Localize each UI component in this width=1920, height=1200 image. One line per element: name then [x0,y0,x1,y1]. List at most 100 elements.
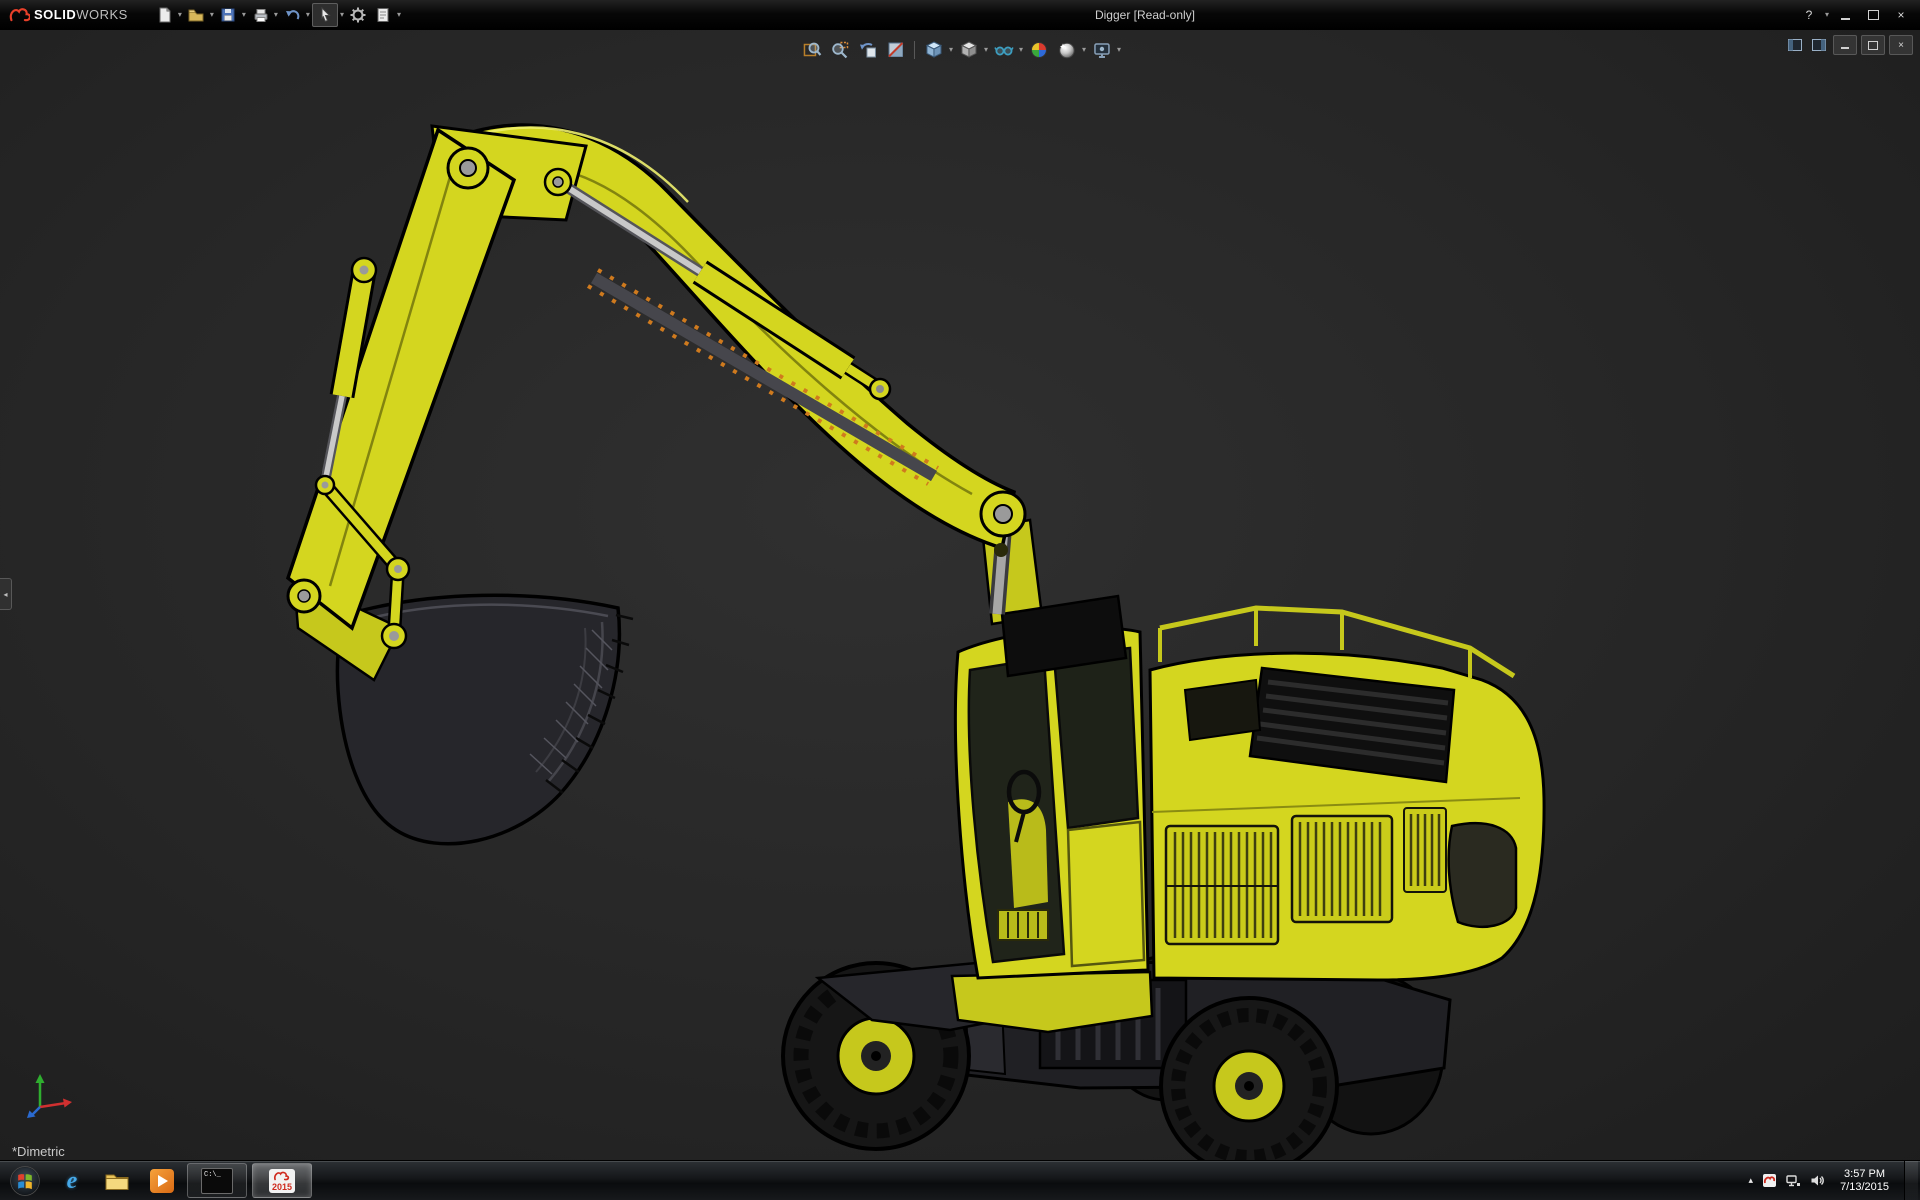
select-button[interactable] [311,3,338,27]
hide-show-glasses-icon [993,46,1014,55]
document-properties-icon [377,8,389,22]
maximize-button[interactable] [1860,5,1886,25]
previous-view-icon [859,42,876,57]
new-dropdown-caret[interactable]: ▾ [178,11,182,19]
tray-app-icon [1763,1174,1777,1187]
taskbar: e C:\_ 2015 ▴ 3:57 PM 7/13/2015 [0,1160,1920,1200]
display-style-cube-icon [960,40,977,58]
close-button[interactable]: × [1888,5,1914,25]
view-settings-caret[interactable]: ▾ [1117,45,1121,54]
view-orientation-label: *Dimetric [12,1144,65,1159]
main-toolbar: ▾ ▾ ▾ ▾ ▾ ▾ ▾ [152,3,402,27]
view-orientation-caret[interactable]: ▾ [949,45,953,54]
graphics-viewport[interactable]: ▾ ▾ ▾ ▾ ▾ × ◂ *Dimetric [0,30,1920,1161]
select-dropdown-caret[interactable]: ▾ [340,11,344,19]
heads-up-view-toolbar: ▾ ▾ ▾ ▾ ▾ [790,35,1130,64]
excavator [285,123,1546,1161]
toolbar-dropdown-caret[interactable]: ▾ [397,11,401,19]
view-orientation-button[interactable] [920,37,947,62]
undo-button[interactable] [280,4,304,26]
featuremanager-pane-toggle[interactable] [1785,36,1805,54]
system-tray: ▴ 3:57 PM 7/13/2015 [1749,1161,1920,1200]
help-dropdown-caret[interactable]: ▾ [1825,11,1829,19]
document-minimize-icon [1841,47,1849,49]
taskbar-media-player[interactable] [142,1164,182,1197]
options-button[interactable] [346,4,370,26]
open-dropdown-caret[interactable]: ▾ [210,11,214,19]
previous-view-button[interactable] [854,37,881,62]
select-cursor-icon [321,6,331,23]
stick [285,127,517,631]
options-gear-icon [350,7,366,23]
section-view-icon [887,41,903,57]
print-button[interactable] [248,4,272,26]
print-dropdown-caret[interactable]: ▾ [274,11,278,19]
boom-assembly [285,123,1027,650]
save-icon [221,8,235,22]
minimize-button[interactable] [1832,5,1858,25]
zoom-to-area-button[interactable] [826,37,853,62]
taskbar-command-prompt[interactable]: C:\_ [187,1163,247,1198]
clock-date: 7/13/2015 [1840,1180,1889,1193]
document-restore-icon [1868,40,1878,50]
section-view-button[interactable] [882,37,909,62]
taskbar-clock[interactable]: 3:57 PM 7/13/2015 [1834,1168,1895,1194]
folder-icon [105,1174,129,1190]
document-restore-button[interactable] [1861,35,1885,55]
show-hidden-icons-button[interactable]: ▴ [1749,1175,1754,1186]
task-pane-toggle[interactable] [1809,36,1829,54]
tray-app-button[interactable] [1762,1173,1777,1188]
display-style-caret[interactable]: ▾ [984,45,988,54]
undo-dropdown-caret[interactable]: ▾ [306,11,310,19]
new-document-button[interactable] [152,4,176,26]
logo-text-bold: SOLID [34,7,77,22]
show-desktop-button[interactable] [1904,1161,1918,1200]
display-style-button[interactable] [955,37,982,62]
command-prompt-icon: C:\_ [201,1167,233,1194]
document-minimize-button[interactable] [1833,35,1857,55]
document-close-button[interactable]: × [1889,35,1913,55]
view-settings-icon [1093,42,1110,58]
apply-scene-caret[interactable]: ▾ [1082,45,1086,54]
solidworks-version-badge: 2015 [271,1181,293,1192]
document-window-controls: × [1785,35,1913,55]
network-icon [1786,1175,1801,1187]
solidworks-mark-icon [274,1171,290,1180]
apply-scene-button[interactable] [1053,37,1080,62]
featuremanager-collapse-tab[interactable]: ◂ [0,578,12,610]
edit-appearance-button[interactable] [1025,37,1052,62]
taskbar-solidworks-2015[interactable]: 2015 [252,1163,312,1198]
volume-icon [1811,1175,1824,1186]
open-button[interactable] [184,4,208,26]
hud-separator [913,40,915,59]
logo-text-light: WORKS [76,7,128,22]
hide-show-items-button[interactable] [990,37,1017,62]
solidworks-logo-icon [9,8,30,22]
taskbar-internet-explorer[interactable]: e [52,1164,92,1197]
solidworks-screen: { "window": { "title": "Digger [Read-onl… [0,0,1920,1200]
zoom-to-fit-button[interactable] [798,37,825,62]
windows-start-orb-icon [10,1165,40,1196]
excavator-model[interactable] [0,30,1920,1161]
network-status-button[interactable] [1786,1173,1801,1188]
clock-time: 3:57 PM [1844,1167,1886,1180]
taskbar-windows-explorer[interactable] [97,1164,137,1197]
zoom-to-fit-icon [803,42,821,56]
engine-housing [1148,605,1546,982]
help-button[interactable]: ? [1796,5,1822,25]
new-document-icon [159,7,171,23]
save-dropdown-caret[interactable]: ▾ [242,11,246,19]
taskbar-apps: e C:\_ 2015 [0,1161,312,1200]
print-icon [254,9,268,22]
save-button[interactable] [216,4,240,26]
solidworks-logo: SOLIDWORKS [0,5,138,25]
start-button[interactable] [3,1161,47,1200]
volume-button[interactable] [1810,1173,1825,1188]
document-properties-button[interactable] [371,4,395,26]
apply-scene-sphere-icon [1058,42,1075,58]
hide-show-caret[interactable]: ▾ [1019,45,1023,54]
minimize-icon [1840,17,1850,20]
media-player-icon [150,1168,174,1193]
appearance-ball-icon [1030,41,1047,58]
view-settings-button[interactable] [1088,37,1115,62]
